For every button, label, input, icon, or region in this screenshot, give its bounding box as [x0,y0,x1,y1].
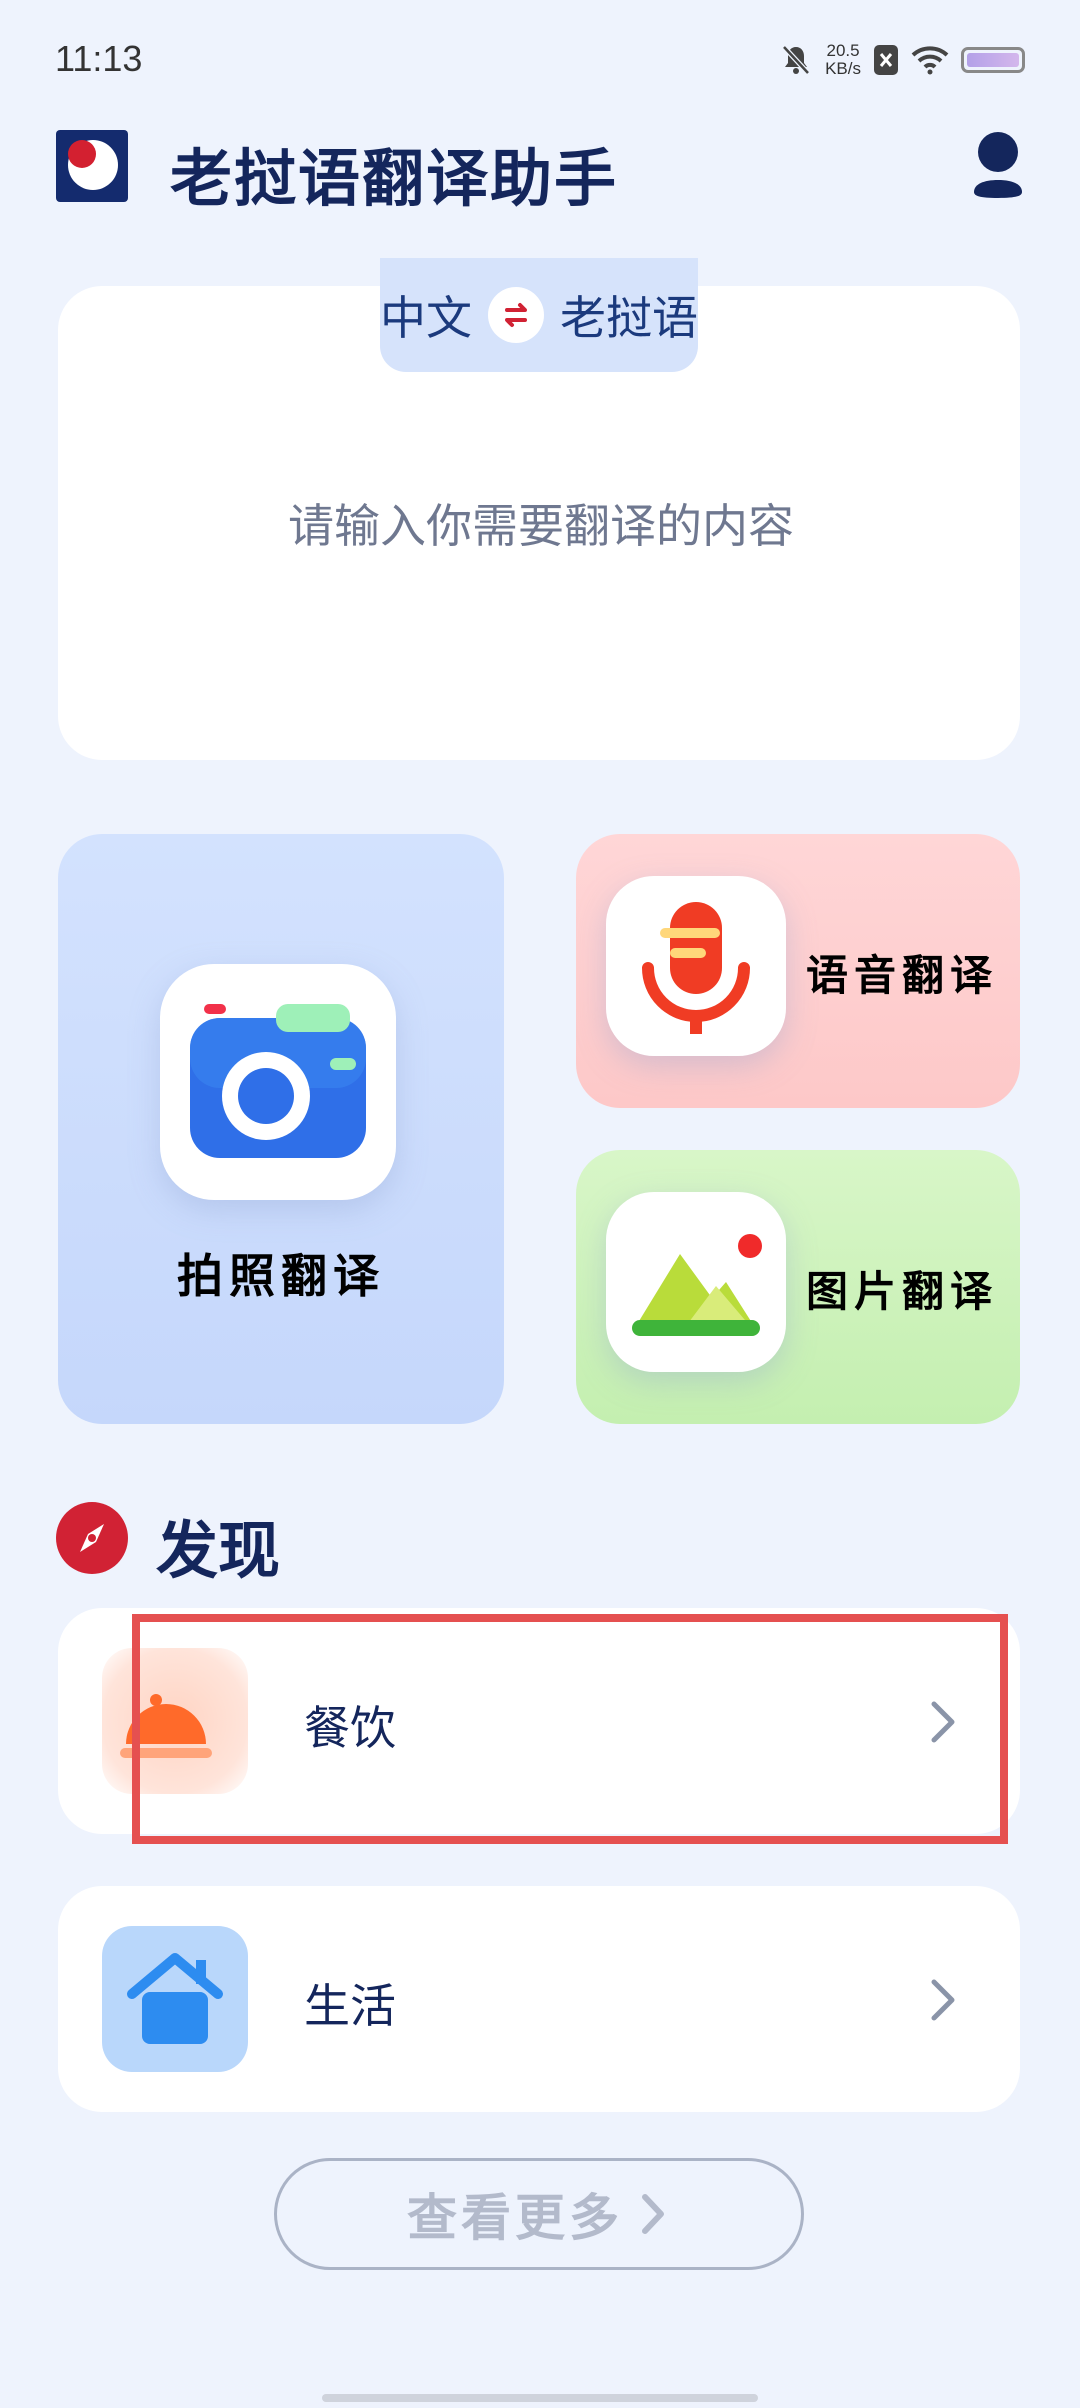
user-icon [974,132,1022,198]
voice-translate-tile[interactable]: 语音翻译 [576,834,1020,1108]
dining-bell-icon [102,1648,248,1794]
status-bar: 11:13 20.5 KB/s [0,0,1080,120]
image-translate-label: 图片翻译 [805,1267,998,1316]
list-item-label: 生活 [304,1979,396,2033]
swap-language-button[interactable] [488,287,544,343]
network-speed: 20.5 KB/s [825,42,861,78]
status-icons: 20.5 KB/s [779,40,1025,80]
battery-icon [961,47,1025,73]
house-icon [102,1926,248,2072]
compass-icon [56,1502,128,1574]
list-item-life[interactable]: 生活 [58,1886,1020,2112]
list-item-dining[interactable]: 餐饮 [58,1608,1020,1834]
microphone-icon-bubble [606,876,786,1056]
battery-level [967,53,1019,67]
home-indicator[interactable] [322,2394,758,2402]
app-logo [56,130,128,202]
swap-arrows-icon [505,303,527,327]
camera-icon [190,1004,366,1158]
target-language[interactable]: 老挝语 [560,282,698,348]
microphone-icon [642,902,750,1034]
status-time: 11:13 [55,38,143,79]
network-speed-value: 20.5 [826,41,860,60]
image-translate-tile[interactable]: 图片翻译 [576,1150,1020,1424]
camera-translate-tile[interactable]: 拍照翻译 [58,834,504,1424]
view-more-button[interactable]: 查看更多 [274,2158,804,2270]
app-title: 老挝语翻译助手 [170,142,619,215]
picture-icon [632,1232,762,1336]
profile-button[interactable] [970,130,1026,200]
wifi-icon [911,46,949,75]
chevron-right-icon [931,1979,955,2021]
logo-red-dot [68,140,96,168]
discover-title: 发现 [156,1514,281,1587]
list-item-label: 餐饮 [304,1701,396,1755]
language-switcher: 中文 老挝语 [380,258,698,372]
mute-bell-icon [782,45,810,75]
chevron-right-icon [931,1701,955,1743]
image-icon-bubble [606,1192,786,1372]
camera-icon-bubble [160,964,396,1200]
chevron-right-icon [642,2194,664,2234]
camera-translate-label: 拍照翻译 [177,1249,385,1303]
voice-translate-label: 语音翻译 [805,951,998,1000]
sim-off-icon [874,45,898,75]
translate-input[interactable] [58,470,1024,582]
network-speed-unit: KB/s [825,59,861,78]
view-more-label: 查看更多 [407,2189,623,2247]
source-language[interactable]: 中文 [380,282,472,348]
